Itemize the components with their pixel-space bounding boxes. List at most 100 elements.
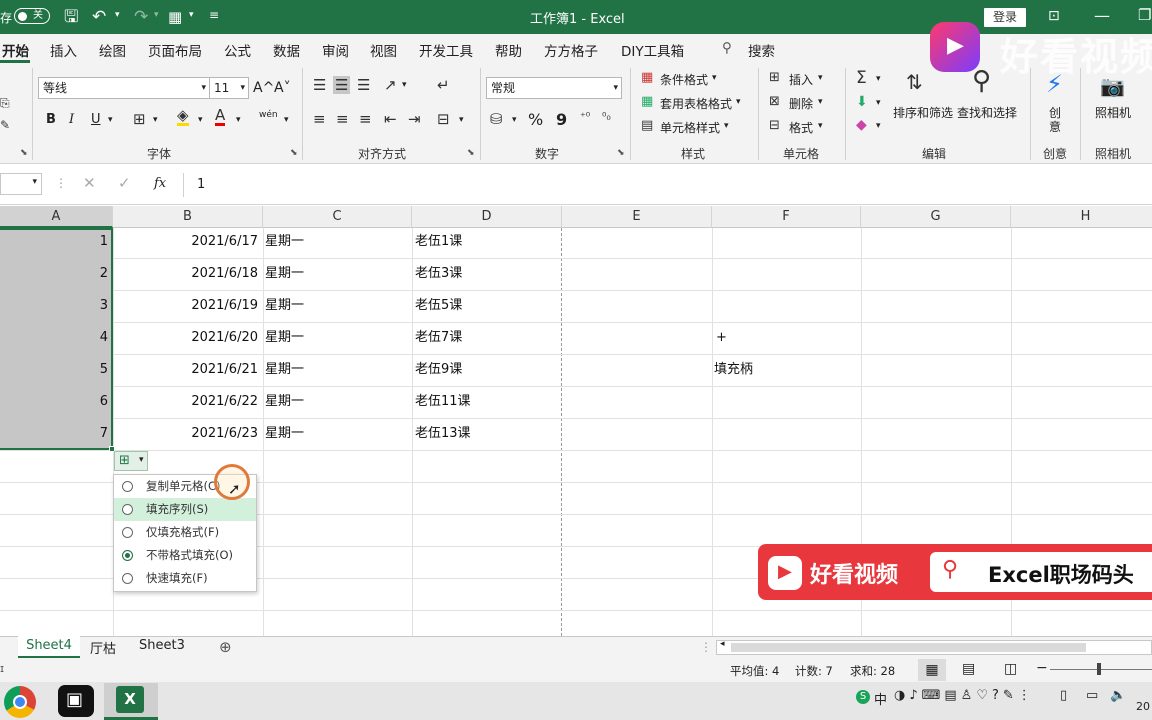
name-box[interactable]: ▾ — [0, 173, 42, 195]
tray-icons[interactable]: ◑♪⌨▤♙♡?✎⋮ — [894, 688, 1035, 703]
increase-indent-icon[interactable]: ⇥ — [408, 110, 421, 128]
cell-C3[interactable]: 星期一 — [265, 290, 411, 322]
customize-qa-icon[interactable]: ≡ — [209, 8, 219, 22]
cell-B6[interactable]: 2021/6/22 — [113, 386, 260, 418]
underline-button[interactable]: U — [91, 112, 101, 127]
cell-A5[interactable]: 5 — [0, 354, 110, 386]
chevron-down-icon[interactable]: ▾ — [818, 97, 823, 107]
chevron-down-icon[interactable]: ▾ — [876, 98, 881, 108]
tab-fangfang[interactable]: 方方格子 — [544, 40, 598, 60]
sheet-tab-2[interactable]: 厅枯 — [90, 638, 116, 657]
chevron-down-icon[interactable]: ▾ — [284, 115, 289, 125]
cell-D7[interactable]: 老伍13课 — [415, 418, 561, 450]
column-header-C[interactable]: C — [263, 206, 412, 228]
cell-styles-button[interactable]: 单元格样式 — [660, 119, 720, 136]
volume-icon[interactable]: 🔈 — [1110, 688, 1126, 703]
cell-A1[interactable]: 1 — [0, 226, 110, 258]
tab-developer[interactable]: 开发工具 — [419, 40, 473, 60]
column-header-B[interactable]: B — [113, 206, 263, 228]
ime-mode[interactable]: 中 — [874, 689, 887, 708]
column-header-A[interactable]: A — [0, 206, 113, 228]
cell-D1[interactable]: 老伍1课 — [415, 226, 561, 258]
option-fill-formatting-only[interactable]: 仅填充格式(F) — [114, 521, 256, 544]
autosave-toggle[interactable]: 关 — [14, 8, 50, 24]
chevron-down-icon[interactable]: ▾ — [818, 73, 823, 83]
tab-help[interactable]: 帮助 — [495, 40, 522, 60]
chevron-down-icon[interactable]: ▾ — [876, 121, 881, 131]
chevron-down-icon[interactable]: ▾ — [402, 80, 407, 90]
font-size-select[interactable]: 11 ▾ — [209, 77, 249, 99]
cell-A2[interactable]: 2 — [0, 258, 110, 290]
column-header-D[interactable]: D — [412, 206, 562, 228]
horizontal-scrollbar[interactable]: ◂ — [716, 639, 1152, 655]
bold-button[interactable]: B — [46, 112, 56, 127]
decrease-indent-icon[interactable]: ⇤ — [384, 110, 397, 128]
undo-icon[interactable]: ↶ — [92, 0, 106, 34]
column-header-H[interactable]: H — [1011, 206, 1152, 228]
insert-cells-button[interactable]: 插入 — [789, 71, 813, 88]
option-flash-fill[interactable]: 快速填充(F) — [114, 567, 256, 590]
percent-button[interactable]: % — [528, 110, 543, 129]
grow-font-button[interactable]: A^ — [253, 80, 274, 96]
enter-icon[interactable]: ✓ — [118, 174, 131, 192]
zoom-slider-thumb[interactable] — [1097, 663, 1101, 675]
cell-F6[interactable] — [716, 386, 862, 418]
option-fill-without-formatting[interactable]: 不带格式填充(O) — [114, 544, 256, 567]
column-header-G[interactable]: G — [861, 206, 1011, 228]
chevron-down-icon[interactable]: ▾ — [818, 121, 823, 131]
tab-search[interactable]: 搜索 — [748, 40, 775, 60]
chevron-down-icon[interactable]: ▾ — [459, 115, 464, 125]
chevron-down-icon[interactable]: ▾ — [876, 74, 881, 84]
qa-dropdown-icon[interactable]: ▾ — [189, 10, 194, 20]
scrollbar-thumb[interactable] — [731, 643, 1086, 652]
fill-color-icon[interactable]: ◈ — [177, 108, 189, 126]
align-left-icon[interactable]: ≡ — [313, 110, 326, 128]
cell-F5[interactable]: 填充柄 — [714, 354, 860, 386]
autofill-options-button[interactable]: ⊞ ▾ — [114, 451, 148, 471]
align-top-icon[interactable]: ☰ — [313, 76, 326, 94]
fill-icon[interactable]: ⬇ — [856, 94, 868, 110]
sort-filter-button[interactable]: 排序和筛选 — [893, 104, 953, 121]
tab-view[interactable]: 视图 — [370, 40, 397, 60]
align-right-icon[interactable]: ≡ — [359, 110, 372, 128]
cell-B1[interactable]: 2021/6/17 — [113, 226, 260, 258]
chevron-down-icon[interactable]: ▾ — [736, 97, 741, 107]
font-launcher-icon[interactable]: ⬊ — [290, 148, 298, 158]
sheet-tab-sheet3[interactable]: Sheet3 — [139, 638, 185, 653]
clear-icon[interactable]: ◆ — [856, 117, 867, 133]
phonetic-button[interactable]: wén — [259, 110, 278, 120]
tab-draw[interactable]: 绘图 — [99, 40, 126, 60]
borders-icon[interactable]: ⊞ — [133, 110, 146, 128]
chevron-down-icon[interactable]: ▾ — [236, 115, 241, 125]
search-icon[interactable]: ⚲ — [722, 40, 732, 56]
video-recorder-icon[interactable]: ▣ — [58, 685, 94, 717]
zoom-out-icon[interactable]: − — [1036, 660, 1048, 676]
format-painter-icon[interactable]: ✎ — [0, 118, 10, 132]
insert-function-button[interactable]: fx — [154, 176, 166, 191]
conditional-format-button[interactable]: 条件格式 — [660, 71, 708, 88]
find-select-button[interactable]: 查找和选择 — [957, 104, 1017, 121]
tab-insert[interactable]: 插入 — [50, 40, 77, 60]
cancel-icon[interactable]: ✕ — [83, 174, 96, 192]
cell-B4[interactable]: 2021/6/20 — [113, 322, 260, 354]
wrap-text-icon[interactable]: ↵ — [437, 76, 450, 94]
cell-B7[interactable]: 2021/6/23 — [113, 418, 260, 450]
chevron-down-icon[interactable]: ▾ — [153, 115, 158, 125]
decrease-decimal-icon[interactable]: ⁰₀ — [602, 110, 611, 123]
font-color-icon[interactable]: A — [215, 108, 226, 126]
orientation-icon[interactable]: ↗ — [384, 76, 397, 94]
chevron-down-icon[interactable]: ▾ — [198, 115, 203, 125]
tab-diy-toolbox[interactable]: DIY工具箱 — [621, 40, 684, 60]
chevron-down-icon[interactable]: ▾ — [724, 121, 729, 131]
cell-F4[interactable]: + — [716, 322, 862, 354]
minimize-icon[interactable]: — — [1094, 6, 1110, 25]
cell-B2[interactable]: 2021/6/18 — [113, 258, 260, 290]
delete-cells-button[interactable]: 删除 — [789, 95, 813, 112]
drag-handle-icon[interactable]: ⋮ — [55, 176, 67, 190]
cell-A4[interactable]: 4 — [0, 322, 110, 354]
normal-view-icon[interactable]: ▦ — [918, 659, 946, 681]
column-header-E[interactable]: E — [562, 206, 712, 228]
cell-D2[interactable]: 老伍3课 — [415, 258, 561, 290]
copy-icon[interactable]: ⎘ — [0, 96, 10, 111]
align-middle-icon[interactable]: ☰ — [333, 76, 351, 94]
